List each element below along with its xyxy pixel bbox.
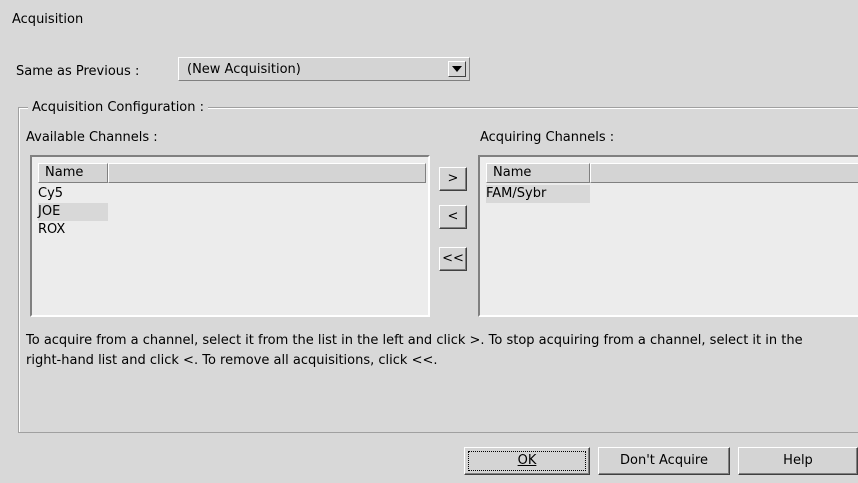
column-header-name[interactable]: Name [486, 163, 590, 183]
ok-label: OK [517, 453, 537, 468]
dialog-title: Acquisition [12, 12, 84, 27]
column-header-blank [108, 163, 426, 183]
chevron-down-icon [452, 66, 462, 72]
acquiring-channels-label: Acquiring Channels : [480, 130, 615, 145]
available-channels-label: Available Channels : [26, 130, 158, 145]
list-header: Name [486, 163, 858, 183]
list-item[interactable]: ROX [38, 221, 108, 239]
available-channels-list[interactable]: Name Cy5 JOE ROX [30, 155, 430, 317]
dont-acquire-button[interactable]: Don't Acquire [598, 447, 730, 475]
remove-channel-button[interactable]: < [439, 205, 467, 229]
help-button[interactable]: Help [738, 447, 858, 475]
remove-all-button[interactable]: << [439, 247, 467, 271]
group-title: Acquisition Configuration : [28, 100, 209, 115]
list-header: Name [38, 163, 434, 183]
acquiring-channels-list[interactable]: Name FAM/Sybr [478, 155, 858, 317]
column-header-name[interactable]: Name [38, 163, 108, 183]
ok-button[interactable]: OK [464, 447, 590, 475]
dropdown-value: (New Acquisition) [187, 62, 301, 77]
same-as-previous-label: Same as Previous : [16, 64, 140, 79]
list-item[interactable]: JOE [38, 203, 108, 221]
column-header-blank [590, 163, 858, 183]
help-label: Help [783, 453, 813, 468]
list-item[interactable]: FAM/Sybr [486, 185, 590, 203]
instructions-text: To acquire from a channel, select it fro… [26, 333, 803, 368]
same-as-previous-dropdown[interactable]: (New Acquisition) [178, 57, 470, 81]
dropdown-arrow-button[interactable] [448, 61, 466, 77]
add-channel-button[interactable]: > [439, 167, 467, 191]
list-item[interactable]: Cy5 [38, 185, 108, 203]
